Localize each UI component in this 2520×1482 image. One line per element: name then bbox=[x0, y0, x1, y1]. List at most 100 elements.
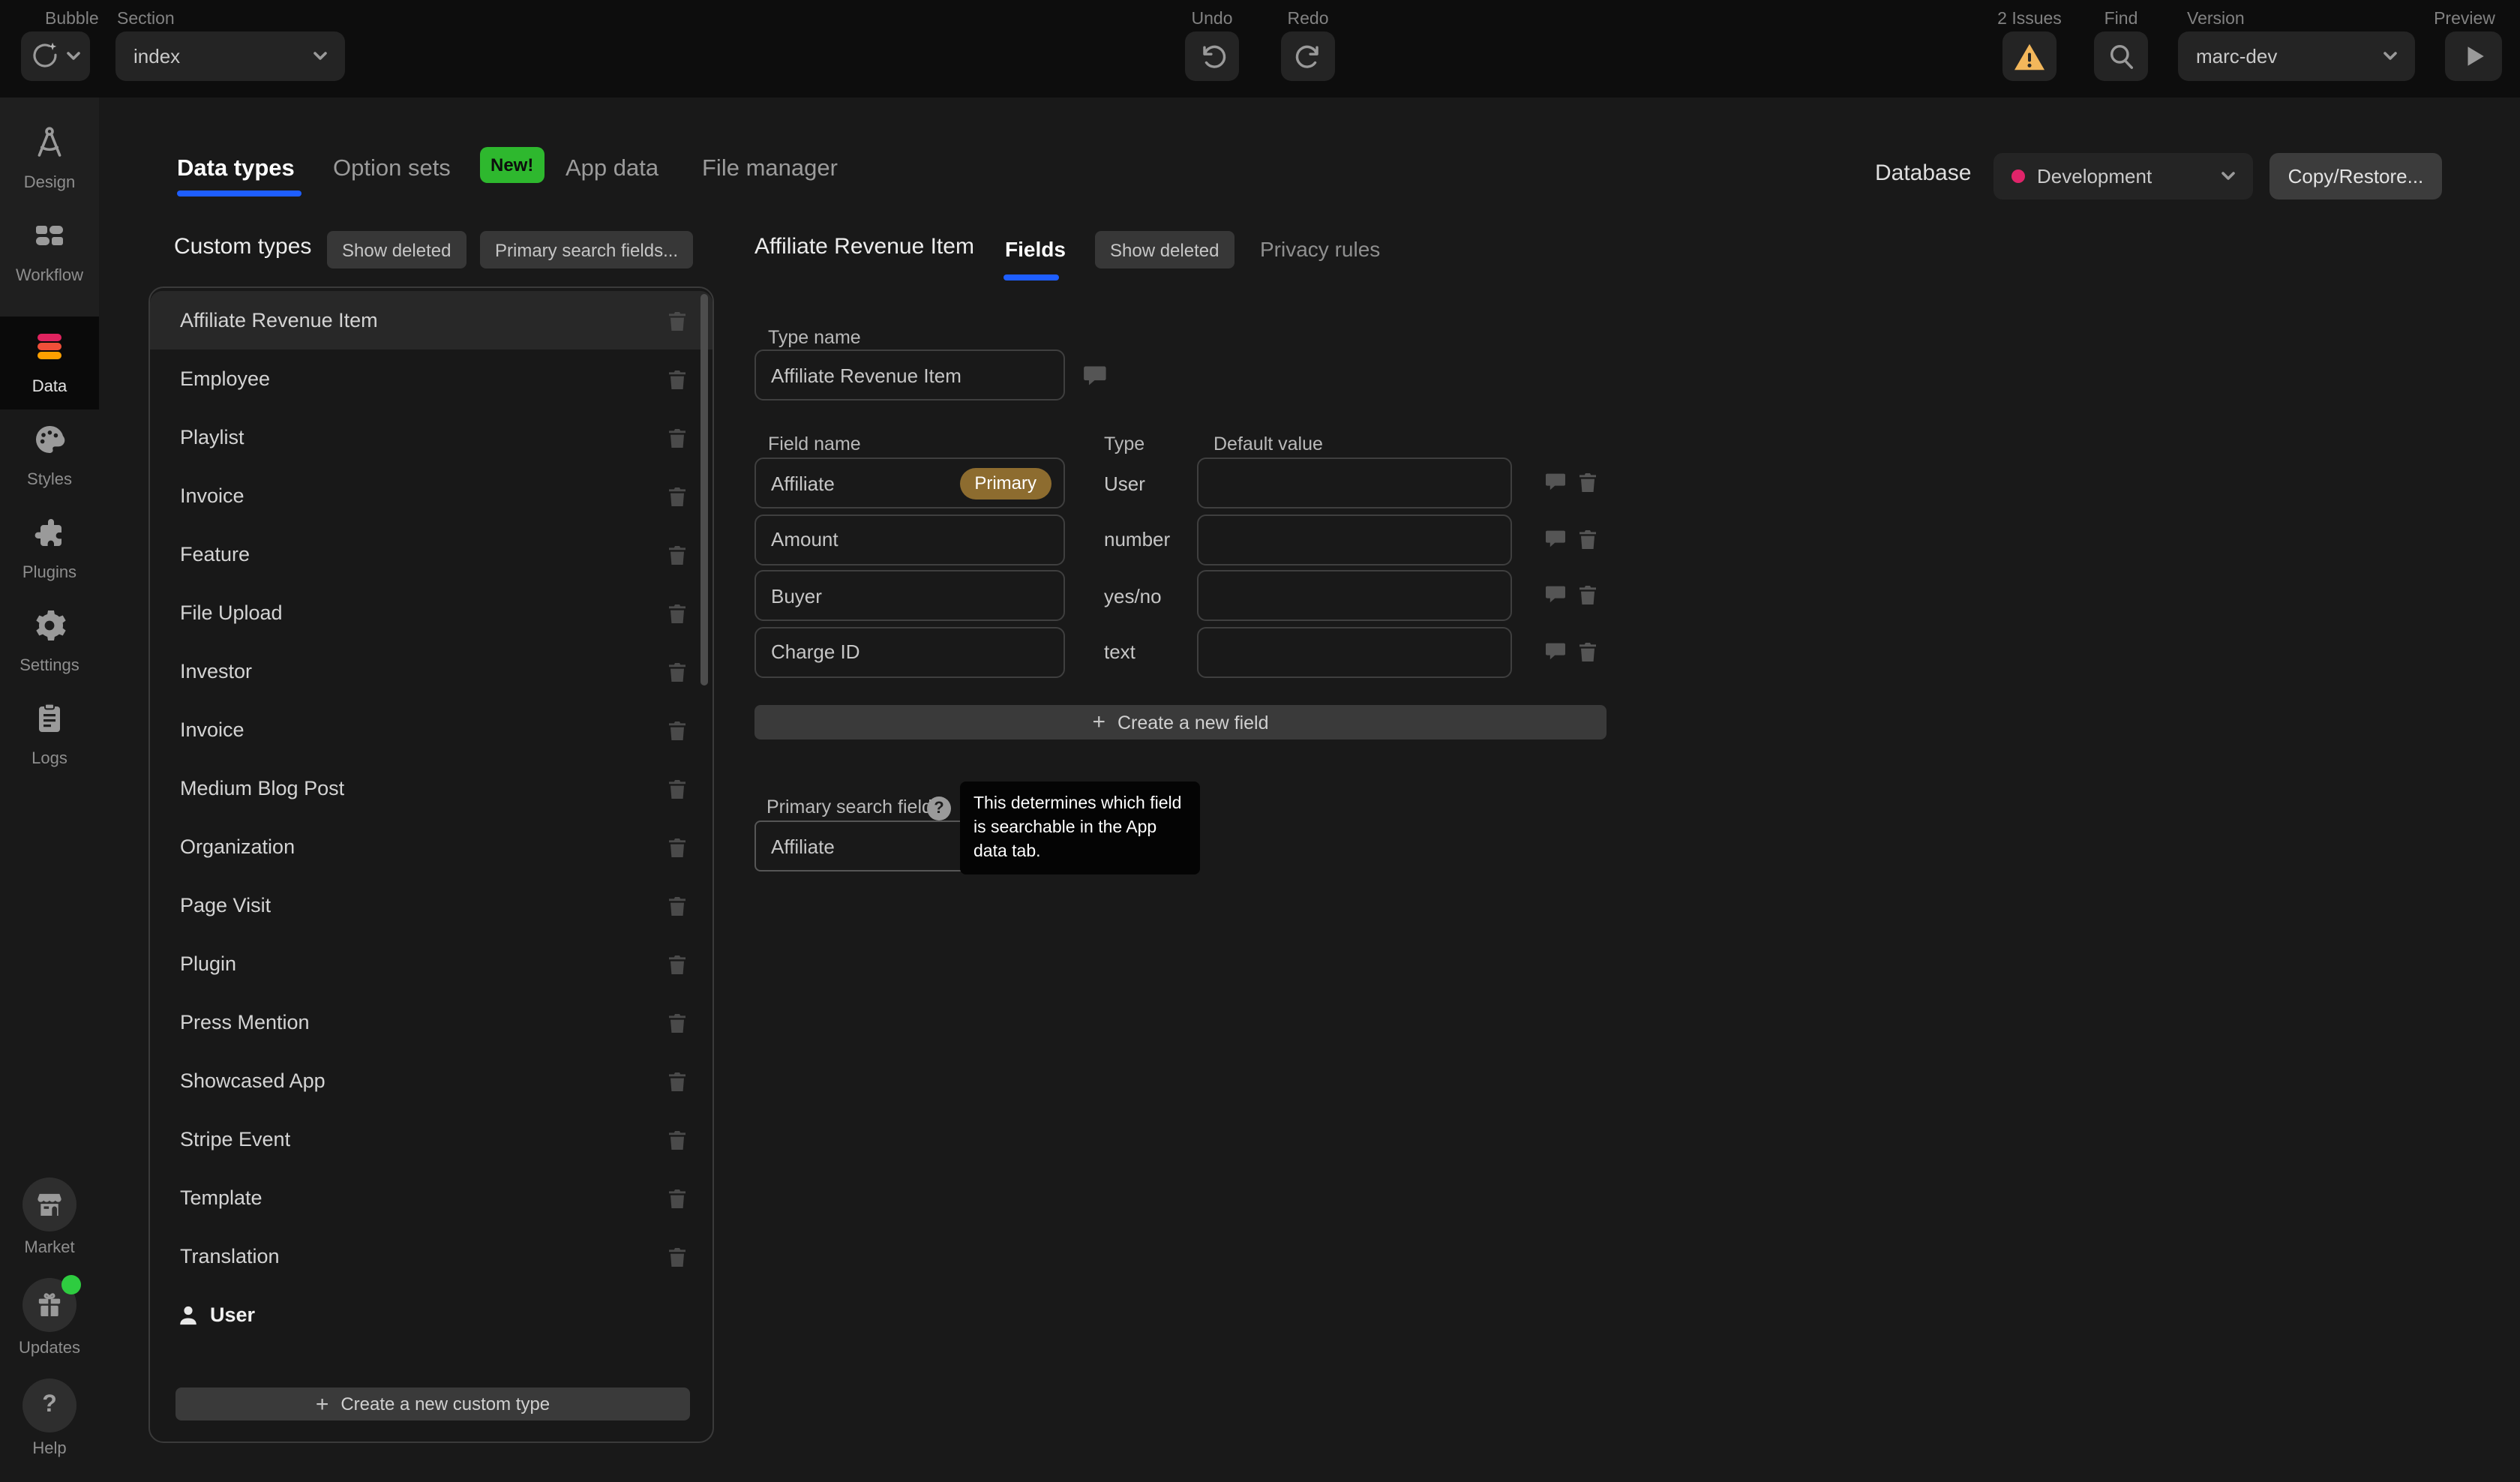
default-value-input[interactable] bbox=[1197, 570, 1512, 621]
sidebar-item-label: Settings bbox=[20, 657, 80, 675]
trash-icon[interactable] bbox=[668, 662, 687, 682]
trash-icon[interactable] bbox=[1578, 640, 1598, 663]
comment-icon[interactable] bbox=[1083, 364, 1108, 387]
list-item[interactable]: Showcased App bbox=[150, 1052, 712, 1110]
issues-button[interactable] bbox=[2002, 32, 2056, 81]
section-select[interactable]: index bbox=[116, 32, 345, 81]
tab-option-sets[interactable]: Option sets bbox=[333, 156, 451, 183]
list-item[interactable]: Investor bbox=[150, 642, 712, 700]
field-type[interactable]: number bbox=[1104, 514, 1170, 565]
list-item[interactable]: Feature bbox=[150, 525, 712, 584]
trash-icon[interactable] bbox=[668, 896, 687, 916]
tab-fields[interactable]: Fields bbox=[1005, 237, 1066, 261]
trash-icon[interactable] bbox=[668, 603, 687, 624]
trash-icon[interactable] bbox=[668, 1130, 687, 1150]
sidebar-item-label: Design bbox=[24, 174, 76, 192]
tab-app-data[interactable]: App data bbox=[566, 156, 658, 183]
preview-button[interactable] bbox=[2445, 32, 2502, 81]
sidebar-item-plugins[interactable]: Plugins bbox=[0, 502, 99, 596]
copy-restore-button[interactable]: Copy/Restore... bbox=[2270, 153, 2442, 200]
comment-icon[interactable] bbox=[1545, 642, 1568, 662]
type-name-input[interactable]: Affiliate Revenue Item bbox=[754, 350, 1065, 400]
list-item[interactable]: Organization bbox=[150, 818, 712, 876]
field-name-input[interactable]: Amount bbox=[754, 514, 1065, 565]
redo-button[interactable] bbox=[1281, 32, 1335, 81]
trash-icon[interactable] bbox=[1578, 527, 1598, 550]
trash-icon[interactable] bbox=[1578, 471, 1598, 494]
version-select[interactable]: marc-dev bbox=[2178, 32, 2415, 81]
tab-data-types[interactable]: Data types bbox=[177, 156, 295, 183]
type-name-label: Type name bbox=[768, 327, 861, 348]
trash-icon[interactable] bbox=[668, 1246, 687, 1268]
sidebar-item-help[interactable]: ? Help bbox=[22, 1378, 76, 1458]
show-deleted-fields-button[interactable]: Show deleted bbox=[1095, 231, 1234, 268]
sidebar-item-settings[interactable]: Settings bbox=[0, 596, 99, 688]
trash-icon[interactable] bbox=[668, 544, 687, 566]
trash-icon[interactable] bbox=[668, 369, 687, 390]
sidebar-item-design[interactable]: Design bbox=[0, 112, 99, 206]
trash-icon[interactable] bbox=[668, 428, 687, 448]
list-item[interactable]: User bbox=[150, 1286, 712, 1344]
field-type[interactable]: User bbox=[1104, 458, 1145, 508]
trash-icon[interactable] bbox=[668, 1071, 687, 1092]
storefront-icon bbox=[34, 1190, 64, 1220]
type-label: Playlist bbox=[180, 426, 244, 448]
bubble-menu-button[interactable] bbox=[21, 32, 90, 81]
list-scrollbar[interactable] bbox=[700, 294, 708, 686]
create-custom-type-button[interactable]: + Create a new custom type bbox=[176, 1388, 690, 1420]
list-item[interactable]: File Upload bbox=[150, 584, 712, 642]
comment-icon[interactable] bbox=[1545, 585, 1568, 604]
trash-icon[interactable] bbox=[668, 837, 687, 858]
custom-types-list: Affiliate Revenue Item Employee Playlist… bbox=[148, 286, 714, 1443]
workflow-icon bbox=[32, 218, 68, 254]
field-name-input[interactable]: Charge ID bbox=[754, 627, 1065, 678]
default-value-input[interactable] bbox=[1197, 458, 1512, 508]
show-deleted-types-button[interactable]: Show deleted bbox=[327, 231, 466, 268]
list-item[interactable]: Plugin bbox=[150, 934, 712, 993]
list-item[interactable]: Medium Blog Post bbox=[150, 759, 712, 818]
trash-icon[interactable] bbox=[668, 954, 687, 975]
sidebar-item-market[interactable]: Market bbox=[22, 1178, 76, 1257]
tab-privacy-rules[interactable]: Privacy rules bbox=[1260, 237, 1380, 261]
fields-tab-underline bbox=[1004, 274, 1059, 280]
database-environment-select[interactable]: Development bbox=[1994, 153, 2253, 200]
comment-icon[interactable] bbox=[1545, 529, 1568, 548]
sidebar-item-styles[interactable]: Styles bbox=[0, 410, 99, 502]
list-item[interactable]: Translation bbox=[150, 1227, 712, 1286]
find-button[interactable] bbox=[2094, 32, 2148, 81]
sidebar-item-data[interactable]: Data bbox=[0, 316, 99, 410]
help-icon[interactable]: ? bbox=[927, 796, 951, 820]
trash-icon[interactable] bbox=[668, 720, 687, 741]
sidebar-item-workflow[interactable]: Workflow bbox=[0, 206, 99, 298]
trash-icon[interactable] bbox=[668, 310, 687, 332]
list-item[interactable]: Invoice bbox=[150, 700, 712, 759]
field-type[interactable]: text bbox=[1104, 627, 1136, 678]
trash-icon[interactable] bbox=[668, 1188, 687, 1209]
trash-icon[interactable] bbox=[668, 778, 687, 800]
list-item[interactable]: Stripe Event bbox=[150, 1110, 712, 1168]
list-item[interactable]: Page Visit bbox=[150, 876, 712, 934]
list-item[interactable]: Press Mention bbox=[150, 993, 712, 1052]
comment-icon[interactable] bbox=[1545, 472, 1568, 492]
field-type[interactable]: yes/no bbox=[1104, 570, 1162, 621]
tab-file-manager[interactable]: File manager bbox=[702, 156, 838, 183]
trash-icon[interactable] bbox=[1578, 584, 1598, 606]
bubble-editor: Bubble Section index Undo Redo bbox=[0, 0, 2520, 1482]
list-item[interactable]: Playlist bbox=[150, 408, 712, 466]
sidebar-item-logs[interactable]: Logs bbox=[0, 688, 99, 782]
create-field-button[interactable]: + Create a new field bbox=[754, 705, 1606, 740]
question-mark-icon: ? bbox=[42, 1392, 57, 1419]
trash-icon[interactable] bbox=[668, 1012, 687, 1034]
list-item[interactable]: Invoice bbox=[150, 466, 712, 525]
list-item[interactable]: Affiliate Revenue Item bbox=[150, 291, 712, 350]
trash-icon[interactable] bbox=[668, 486, 687, 507]
sidebar-item-updates[interactable]: Updates bbox=[19, 1278, 80, 1358]
list-item[interactable]: Employee bbox=[150, 350, 712, 408]
undo-button[interactable] bbox=[1185, 32, 1239, 81]
default-value-input[interactable] bbox=[1197, 514, 1512, 565]
default-value-input[interactable] bbox=[1197, 627, 1512, 678]
field-name-input[interactable]: Affiliate Primary bbox=[754, 458, 1065, 508]
list-item[interactable]: Template bbox=[150, 1168, 712, 1227]
field-name-input[interactable]: Buyer bbox=[754, 570, 1065, 621]
primary-search-fields-button[interactable]: Primary search fields... bbox=[480, 231, 693, 268]
